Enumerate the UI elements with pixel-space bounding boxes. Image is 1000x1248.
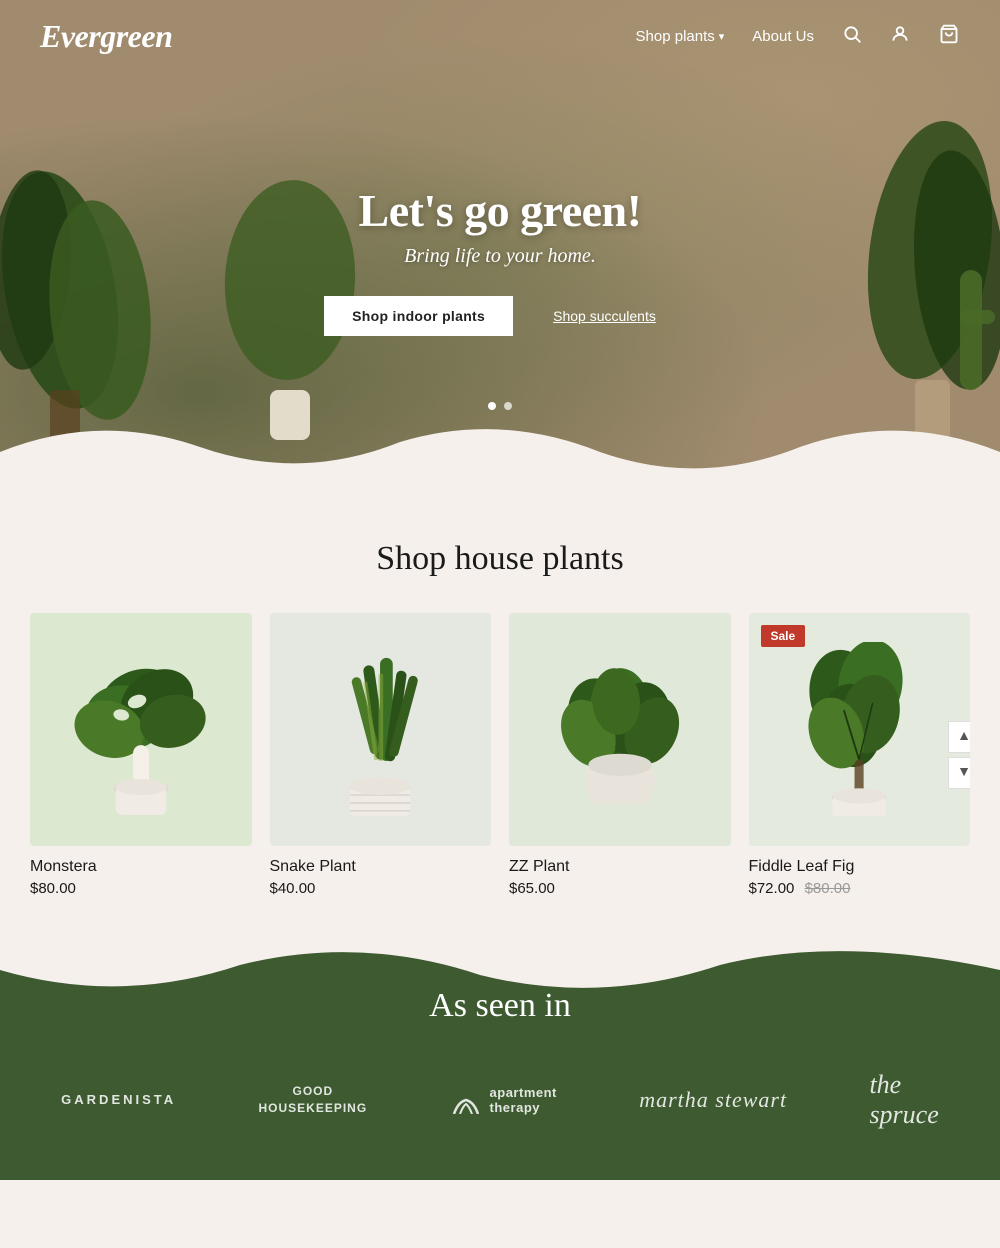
hero-buttons: Shop indoor plants Shop succulents	[324, 296, 676, 336]
shop-indoor-plants-button[interactable]: Shop indoor plants	[324, 296, 513, 336]
brand-apartment-therapy[interactable]: apartmenttherapy	[450, 1085, 557, 1115]
brands-row: GARDENISTA GOODHOUSEKEEPING apartmentthe…	[0, 1070, 1000, 1130]
product-price-zz-plant: $65.00	[509, 880, 731, 897]
sale-badge: Sale	[761, 625, 806, 647]
as-seen-in-title: As seen in	[0, 987, 1000, 1025]
product-card-monstera[interactable]: Monstera $80.00	[30, 613, 252, 897]
product-original-price-fiddle-leaf-fig: $80.00	[805, 880, 851, 897]
product-name-snake-plant: Snake Plant	[270, 858, 492, 876]
products-container: Monstera $80.00	[30, 613, 970, 897]
shop-section-title: Shop house plants	[30, 540, 970, 578]
product-image-zz-plant	[509, 613, 731, 846]
site-logo[interactable]: Evergreen	[40, 18, 172, 55]
product-name-fiddle-leaf-fig: Fiddle Leaf Fig	[749, 858, 971, 876]
nav-right: Shop plants ▾ About Us	[636, 24, 960, 50]
brand-the-spruce[interactable]: thespruce	[869, 1070, 938, 1130]
brand-martha-stewart[interactable]: martha stewart	[639, 1087, 787, 1113]
products-grid: Monstera $80.00	[30, 613, 970, 897]
search-icon[interactable]	[842, 24, 862, 50]
hero-carousel-dots	[488, 402, 512, 410]
product-price-fiddle-leaf-fig: $72.00 $80.00	[749, 880, 971, 897]
product-price-monstera: $80.00	[30, 880, 252, 897]
shop-succulents-button[interactable]: Shop succulents	[533, 296, 676, 336]
account-icon[interactable]	[890, 24, 910, 50]
nav-about-us[interactable]: About Us	[752, 28, 814, 45]
nav-shop-plants[interactable]: Shop plants ▾	[636, 28, 725, 45]
product-price-snake-plant: $40.00	[270, 880, 492, 897]
brand-gardenista[interactable]: GARDENISTA	[61, 1092, 176, 1107]
product-name-monstera: Monstera	[30, 858, 252, 876]
hero-content: Let's go green! Bring life to your home.…	[0, 0, 1000, 490]
product-image-snake-plant	[270, 613, 492, 846]
apartment-therapy-icon	[450, 1086, 482, 1114]
hero-section: Evergreen Shop plants ▾ About Us	[0, 0, 1000, 490]
hero-subtitle: Bring life to your home.	[404, 245, 596, 268]
as-seen-in-section: As seen in GARDENISTA GOODHOUSEKEEPING a…	[0, 937, 1000, 1180]
product-image-fiddle-leaf-fig: Sale	[749, 613, 971, 846]
product-card-snake-plant[interactable]: Snake Plant $40.00	[270, 613, 492, 897]
chevron-down-icon: ▾	[719, 30, 725, 43]
shop-section: Shop house plants	[0, 490, 1000, 937]
product-card-fiddle-leaf-fig[interactable]: Sale	[749, 613, 971, 897]
cart-icon[interactable]	[938, 24, 960, 50]
hero-dot-2[interactable]	[504, 402, 512, 410]
hero-dot-1[interactable]	[488, 402, 496, 410]
carousel-arrow-up[interactable]: ▲	[948, 721, 970, 753]
product-name-zz-plant: ZZ Plant	[509, 858, 731, 876]
hero-title: Let's go green!	[359, 184, 642, 237]
carousel-arrows: ▲ ▼	[948, 721, 970, 789]
carousel-arrow-down[interactable]: ▼	[948, 757, 970, 789]
brand-good-housekeeping[interactable]: GOODHOUSEKEEPING	[259, 1083, 368, 1117]
product-image-monstera	[30, 613, 252, 846]
navigation: Evergreen Shop plants ▾ About Us	[0, 0, 1000, 73]
product-card-zz-plant[interactable]: ZZ Plant $65.00	[509, 613, 731, 897]
